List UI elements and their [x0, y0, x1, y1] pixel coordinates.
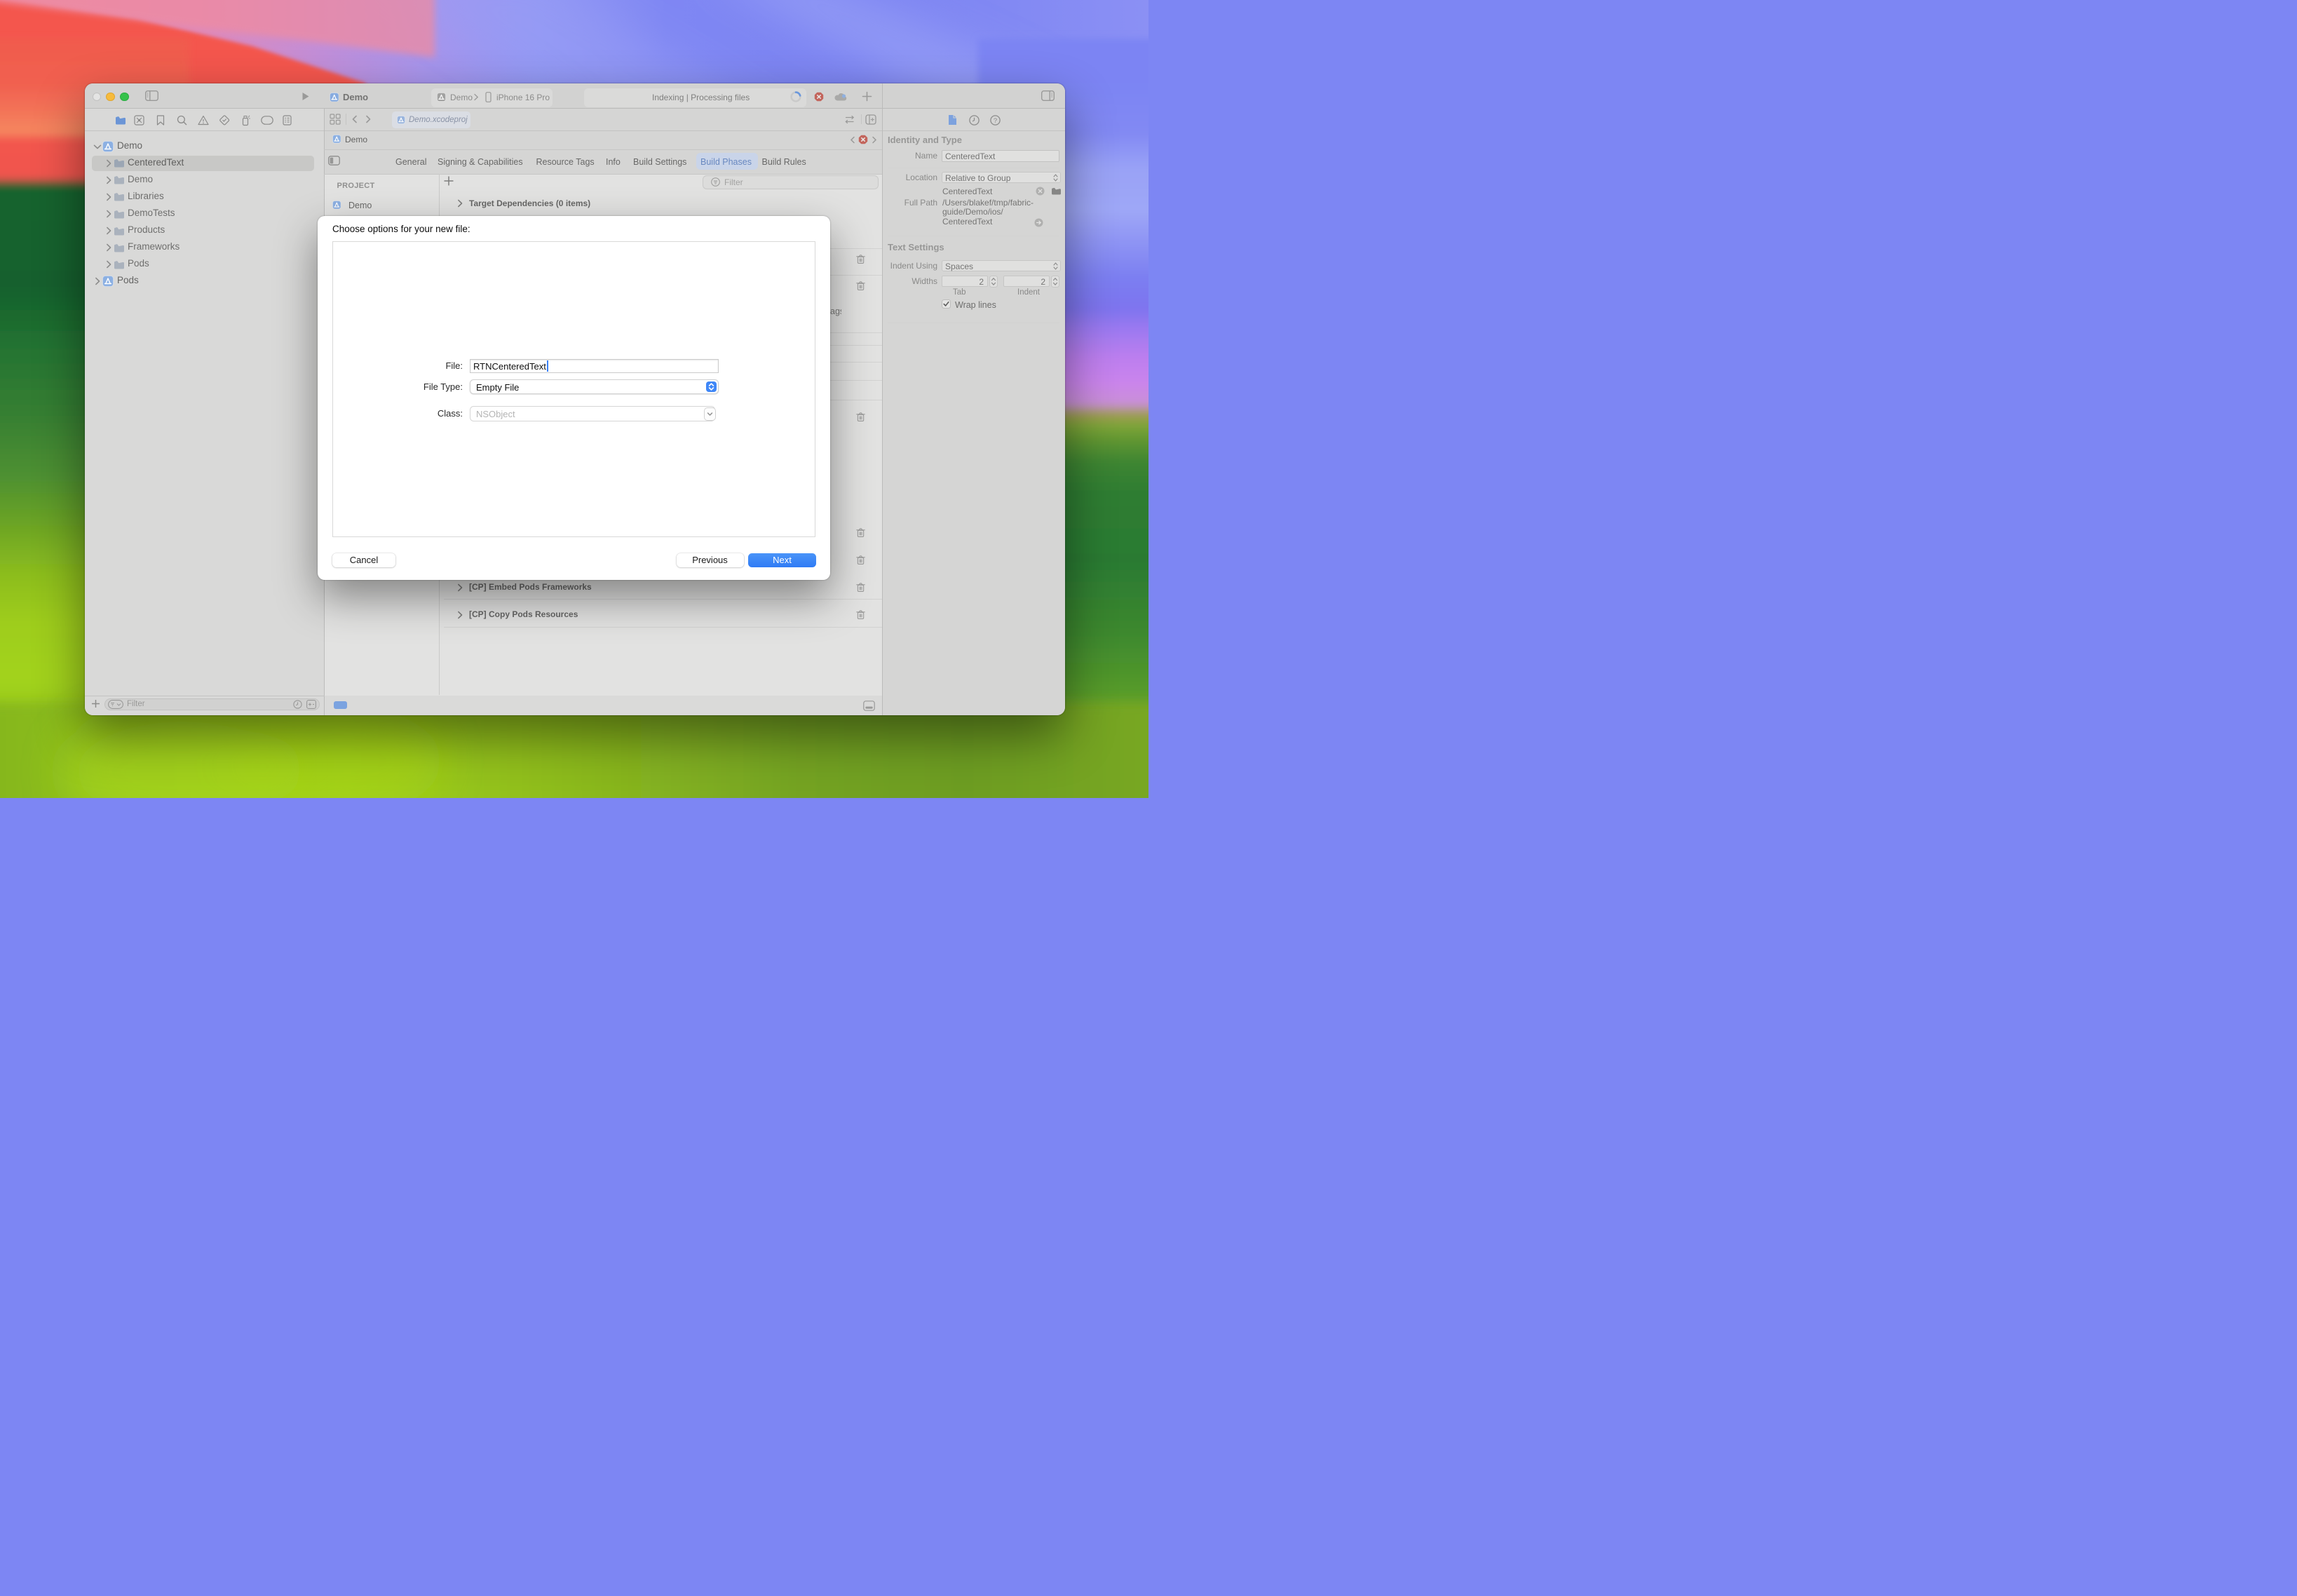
svg-text:?: ?: [994, 117, 997, 125]
